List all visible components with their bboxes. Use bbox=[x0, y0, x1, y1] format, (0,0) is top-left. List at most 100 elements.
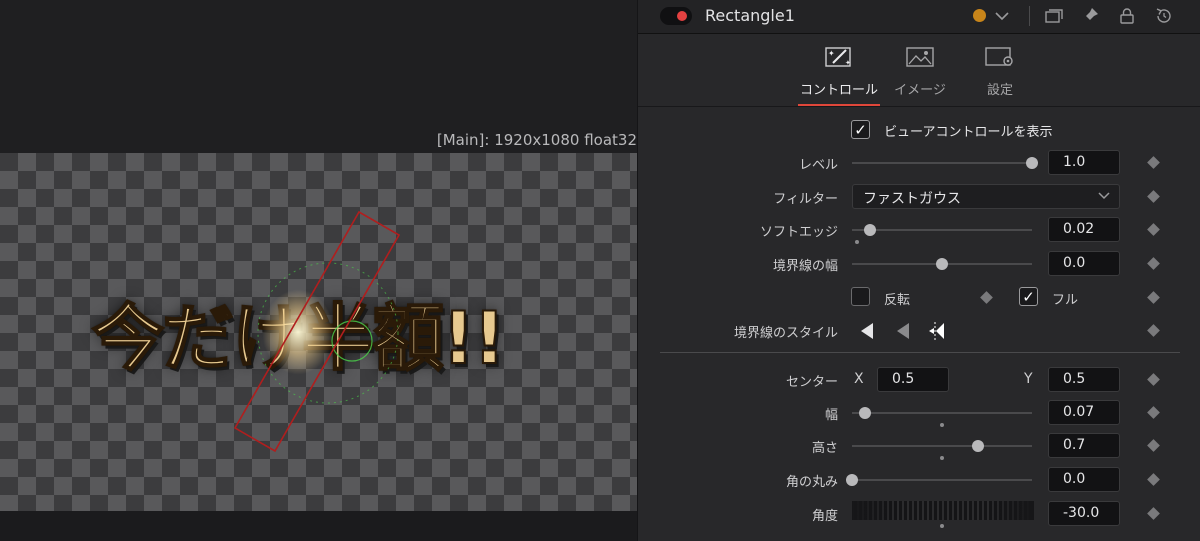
center-y-input[interactable]: 0.5 bbox=[1048, 367, 1120, 392]
corner-radius-slider-knob[interactable] bbox=[846, 474, 858, 486]
level-input[interactable]: 1.0 bbox=[1048, 150, 1120, 175]
filter-dropdown-value: ファストガウス bbox=[863, 191, 961, 207]
image-icon bbox=[905, 45, 935, 69]
angle-row: 角度 -30.0 bbox=[638, 497, 1200, 530]
filter-row: フィルター ファストガウス bbox=[638, 180, 1200, 213]
level-keyframe-icon[interactable] bbox=[1147, 156, 1160, 169]
tab-image-label: イメージ bbox=[894, 83, 946, 98]
border-style-keyframe-icon[interactable] bbox=[1147, 324, 1160, 337]
invert-label: 反転 bbox=[884, 293, 911, 308]
angle-label: 角度 bbox=[811, 509, 838, 524]
angle-input[interactable]: -30.0 bbox=[1048, 501, 1120, 526]
center-keyframe-icon[interactable] bbox=[1147, 373, 1160, 386]
height-label: 高さ bbox=[811, 441, 838, 456]
border-width-row: 境界線の幅 0.0 bbox=[638, 247, 1200, 280]
viewer-format-label: [Main]: 1920x1080 float32 bbox=[436, 131, 637, 149]
border-style-round-button[interactable] bbox=[927, 320, 949, 342]
level-label: レベル bbox=[798, 158, 838, 173]
border-width-keyframe-icon[interactable] bbox=[1147, 257, 1160, 270]
viewer-canvas[interactable]: 今だけ半額!! bbox=[0, 153, 637, 511]
width-keyframe-icon[interactable] bbox=[1147, 406, 1160, 419]
border-style-bevel-button[interactable] bbox=[857, 320, 879, 342]
chevron-down-icon[interactable] bbox=[991, 5, 1013, 27]
angle-thumbwheel[interactable] bbox=[852, 501, 1034, 520]
pin-icon[interactable] bbox=[1079, 5, 1101, 27]
corner-radius-row: 角の丸み 0.0 bbox=[638, 463, 1200, 496]
height-slider-track[interactable] bbox=[852, 445, 1032, 447]
solid-checkbox[interactable]: ✓ bbox=[1019, 287, 1038, 306]
rectangle-mask-overlay[interactable] bbox=[0, 153, 637, 511]
border-style-miter-button[interactable] bbox=[893, 320, 915, 342]
corner-radius-input[interactable]: 0.0 bbox=[1048, 467, 1120, 492]
invert-solid-row: 反転 ✓ フル bbox=[638, 281, 1200, 314]
center-x-label: X bbox=[854, 371, 864, 387]
width-input[interactable]: 0.07 bbox=[1048, 400, 1120, 425]
filter-keyframe-icon[interactable] bbox=[1147, 190, 1160, 203]
controls-wand-icon: ✦ ✦ bbox=[824, 45, 854, 69]
inspector-panel: Rectangle1 ✦ ✦ コントロール イメージ 設定 ✓ ビューアコントロ… bbox=[637, 0, 1200, 541]
tab-controls[interactable]: ✦ ✦ コントロール bbox=[798, 35, 880, 107]
soft-edge-slider-track[interactable] bbox=[852, 229, 1032, 231]
height-slider-knob[interactable] bbox=[972, 440, 984, 452]
width-row: 幅 0.07 bbox=[638, 396, 1200, 429]
node-title: Rectangle1 bbox=[705, 6, 795, 25]
height-row: 高さ 0.7 bbox=[638, 429, 1200, 462]
tab-settings-label: 設定 bbox=[986, 83, 1013, 98]
border-width-input[interactable]: 0.0 bbox=[1048, 251, 1120, 276]
reset-icon[interactable] bbox=[1153, 5, 1175, 27]
height-keyframe-icon[interactable] bbox=[1147, 439, 1160, 452]
soft-edge-slider-knob[interactable] bbox=[864, 224, 876, 236]
viewer-panel[interactable]: [Main]: 1920x1080 float32 今だけ半額!! bbox=[0, 0, 637, 541]
viewer-bottom-bar bbox=[0, 511, 637, 541]
show-view-controls-checkbox[interactable]: ✓ bbox=[851, 120, 870, 139]
header-separator bbox=[1029, 6, 1030, 26]
rectangle-outline[interactable] bbox=[233, 210, 401, 453]
center-label: センター bbox=[785, 375, 838, 390]
settings-gear-icon bbox=[985, 45, 1015, 69]
center-x-input[interactable]: 0.5 bbox=[877, 367, 949, 392]
node-color-dot[interactable] bbox=[973, 9, 986, 22]
corner-radius-slider-track[interactable] bbox=[852, 479, 1032, 481]
tab-image[interactable]: イメージ bbox=[888, 35, 952, 107]
active-tab-indicator bbox=[798, 104, 880, 106]
center-gizmo-circle[interactable] bbox=[257, 262, 399, 404]
soft-edge-row: ソフトエッジ 0.02 bbox=[638, 213, 1200, 246]
soft-edge-keyframe-icon[interactable] bbox=[1147, 223, 1160, 236]
filter-label: フィルター bbox=[773, 192, 838, 207]
width-label: 幅 bbox=[824, 408, 838, 423]
width-slider-track[interactable] bbox=[852, 412, 1032, 414]
inspector-tabs: ✦ ✦ コントロール イメージ 設定 bbox=[638, 35, 1200, 107]
windows-icon[interactable] bbox=[1042, 5, 1064, 27]
level-slider-knob[interactable] bbox=[1026, 157, 1038, 169]
border-width-slider-knob[interactable] bbox=[936, 258, 948, 270]
width-slider-knob[interactable] bbox=[858, 407, 871, 419]
invert-checkbox[interactable] bbox=[851, 287, 870, 306]
svg-text:✦: ✦ bbox=[845, 59, 851, 67]
corner-radius-keyframe-icon[interactable] bbox=[1147, 473, 1160, 486]
node-enable-toggle[interactable] bbox=[660, 7, 692, 25]
show-view-controls-row: ✓ ビューアコントロールを表示 bbox=[638, 113, 1200, 146]
width-default-marker bbox=[940, 423, 944, 427]
solid-label: フル bbox=[1052, 293, 1079, 308]
level-slider-track[interactable] bbox=[852, 162, 1032, 164]
height-default-marker bbox=[940, 456, 944, 460]
tab-settings[interactable]: 設定 bbox=[972, 35, 1028, 107]
lock-icon[interactable] bbox=[1116, 5, 1138, 27]
angle-keyframe-icon[interactable] bbox=[1147, 507, 1160, 520]
height-input[interactable]: 0.7 bbox=[1048, 433, 1120, 458]
level-row: レベル 1.0 bbox=[638, 146, 1200, 179]
corner-radius-label: 角の丸み bbox=[785, 475, 838, 490]
border-style-label: 境界線のスタイル bbox=[733, 326, 838, 341]
soft-edge-label: ソフトエッジ bbox=[759, 225, 838, 240]
tab-controls-label: コントロール bbox=[799, 83, 878, 98]
section-divider bbox=[660, 352, 1180, 353]
solid-keyframe-icon[interactable] bbox=[1147, 291, 1160, 304]
border-style-row: 境界線のスタイル bbox=[638, 314, 1200, 347]
filter-dropdown[interactable]: ファストガウス bbox=[852, 184, 1120, 209]
invert-keyframe-icon[interactable] bbox=[980, 291, 993, 304]
border-width-label: 境界線の幅 bbox=[772, 259, 838, 274]
show-view-controls-label: ビューアコントロールを表示 bbox=[884, 125, 1053, 140]
inspector-header: Rectangle1 bbox=[638, 0, 1200, 34]
svg-text:✦: ✦ bbox=[828, 49, 835, 58]
soft-edge-input[interactable]: 0.02 bbox=[1048, 217, 1120, 242]
